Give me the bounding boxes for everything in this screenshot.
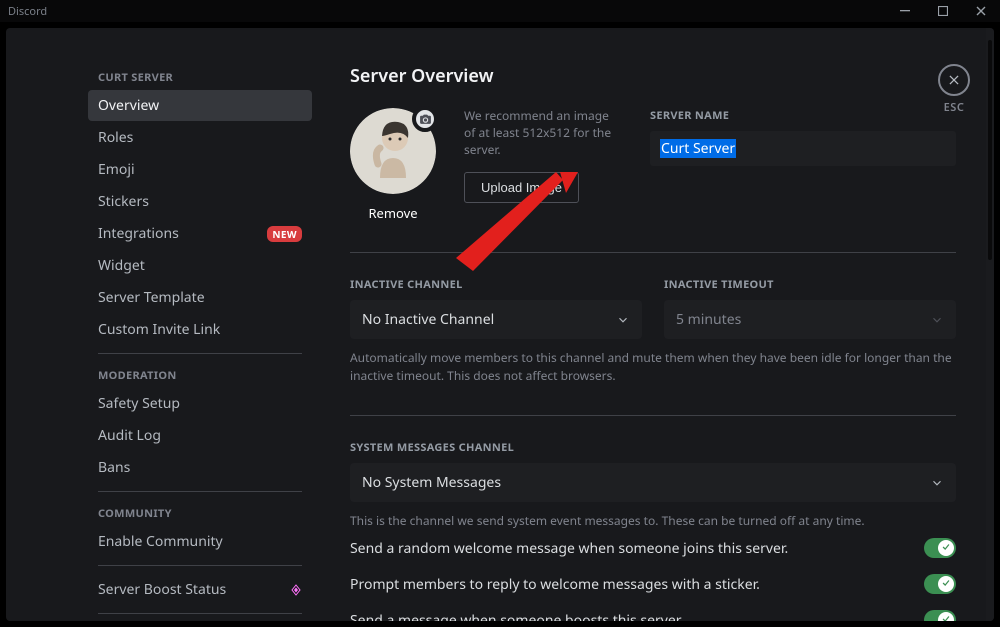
inactive-timeout-select[interactable]: 5 minutes xyxy=(664,300,956,339)
sidebar-item-stickers[interactable]: Stickers xyxy=(88,186,312,217)
close-icon xyxy=(938,64,970,96)
sidebar-divider xyxy=(98,613,302,614)
inactive-help-text: Automatically move members to this chann… xyxy=(350,349,956,385)
toggle-row: Prompt members to reply to welcome messa… xyxy=(350,566,956,602)
new-badge: NEW xyxy=(267,226,302,242)
window-minimize-button[interactable] xyxy=(892,3,918,19)
sidebar-item-bans[interactable]: Bans xyxy=(88,452,312,483)
remove-avatar-link[interactable]: Remove xyxy=(368,204,417,222)
upload-image-button[interactable]: Upload Image xyxy=(464,172,579,203)
chevron-down-icon xyxy=(930,313,944,327)
page-title: Server Overview xyxy=(350,64,956,88)
avatar-recommend-text: We recommend an image of at least 512x51… xyxy=(464,108,622,158)
server-name-selected-text: Curt Server xyxy=(660,139,736,158)
scrollbar[interactable] xyxy=(986,28,994,621)
section-divider xyxy=(350,252,956,253)
settings-main: Server Overview xyxy=(322,28,994,621)
app-title: Discord xyxy=(8,4,47,19)
sidebar-item-server-boost[interactable]: Server Boost Status xyxy=(88,574,312,605)
toggle-welcome-sticker[interactable] xyxy=(924,574,956,594)
sidebar-divider xyxy=(98,353,302,354)
window-close-button[interactable] xyxy=(968,3,994,19)
server-name-input[interactable]: Curt Server xyxy=(650,131,956,166)
inactive-channel-label: INACTIVE CHANNEL xyxy=(350,277,642,292)
sidebar-item-integrations[interactable]: Integrations NEW xyxy=(88,218,312,249)
server-name-label: SERVER NAME xyxy=(650,108,956,123)
sidebar-item-roles[interactable]: Roles xyxy=(88,122,312,153)
sidebar-item-custom-invite[interactable]: Custom Invite Link xyxy=(88,314,312,345)
chevron-down-icon xyxy=(616,313,630,327)
system-channel-label: SYSTEM MESSAGES CHANNEL xyxy=(350,440,956,455)
scrollbar-thumb[interactable] xyxy=(988,40,992,260)
sidebar-item-safety-setup[interactable]: Safety Setup xyxy=(88,388,312,419)
server-avatar[interactable] xyxy=(350,108,436,194)
sidebar-item-audit-log[interactable]: Audit Log xyxy=(88,420,312,451)
window-maximize-button[interactable] xyxy=(930,3,956,19)
settings-sidebar: CURT SERVER Overview Roles Emoji Sticker… xyxy=(76,28,322,621)
upload-image-icon[interactable] xyxy=(412,106,438,132)
sidebar-item-overview[interactable]: Overview xyxy=(88,90,312,121)
inactive-channel-select[interactable]: No Inactive Channel xyxy=(350,300,642,339)
window-controls xyxy=(892,3,994,19)
system-channel-select[interactable]: No System Messages xyxy=(350,463,956,502)
sidebar-divider xyxy=(98,491,302,492)
close-settings-button[interactable]: ESC xyxy=(938,64,970,115)
titlebar: Discord xyxy=(0,0,1000,22)
sidebar-category: CURT SERVER xyxy=(88,64,312,89)
toggle-boost-message[interactable] xyxy=(924,610,956,621)
sidebar-divider xyxy=(98,565,302,566)
sidebar-item-widget[interactable]: Widget xyxy=(88,250,312,281)
system-help-text: This is the channel we send system event… xyxy=(350,512,956,530)
left-gutter xyxy=(6,28,76,621)
sidebar-item-enable-community[interactable]: Enable Community xyxy=(88,526,312,557)
toggle-row: Send a message when someone boosts this … xyxy=(350,602,956,621)
sidebar-item-server-template[interactable]: Server Template xyxy=(88,282,312,313)
sidebar-item-emoji[interactable]: Emoji xyxy=(88,154,312,185)
inactive-timeout-label: INACTIVE TIMEOUT xyxy=(664,277,956,292)
sidebar-category: MODERATION xyxy=(88,362,312,387)
esc-label: ESC xyxy=(944,100,965,115)
toggle-row: Send a random welcome message when someo… xyxy=(350,530,956,566)
boost-gem-icon xyxy=(290,584,302,596)
sidebar-category: COMMUNITY xyxy=(88,500,312,525)
toggle-welcome-message[interactable] xyxy=(924,538,956,558)
section-divider xyxy=(350,415,956,416)
chevron-down-icon xyxy=(930,476,944,490)
